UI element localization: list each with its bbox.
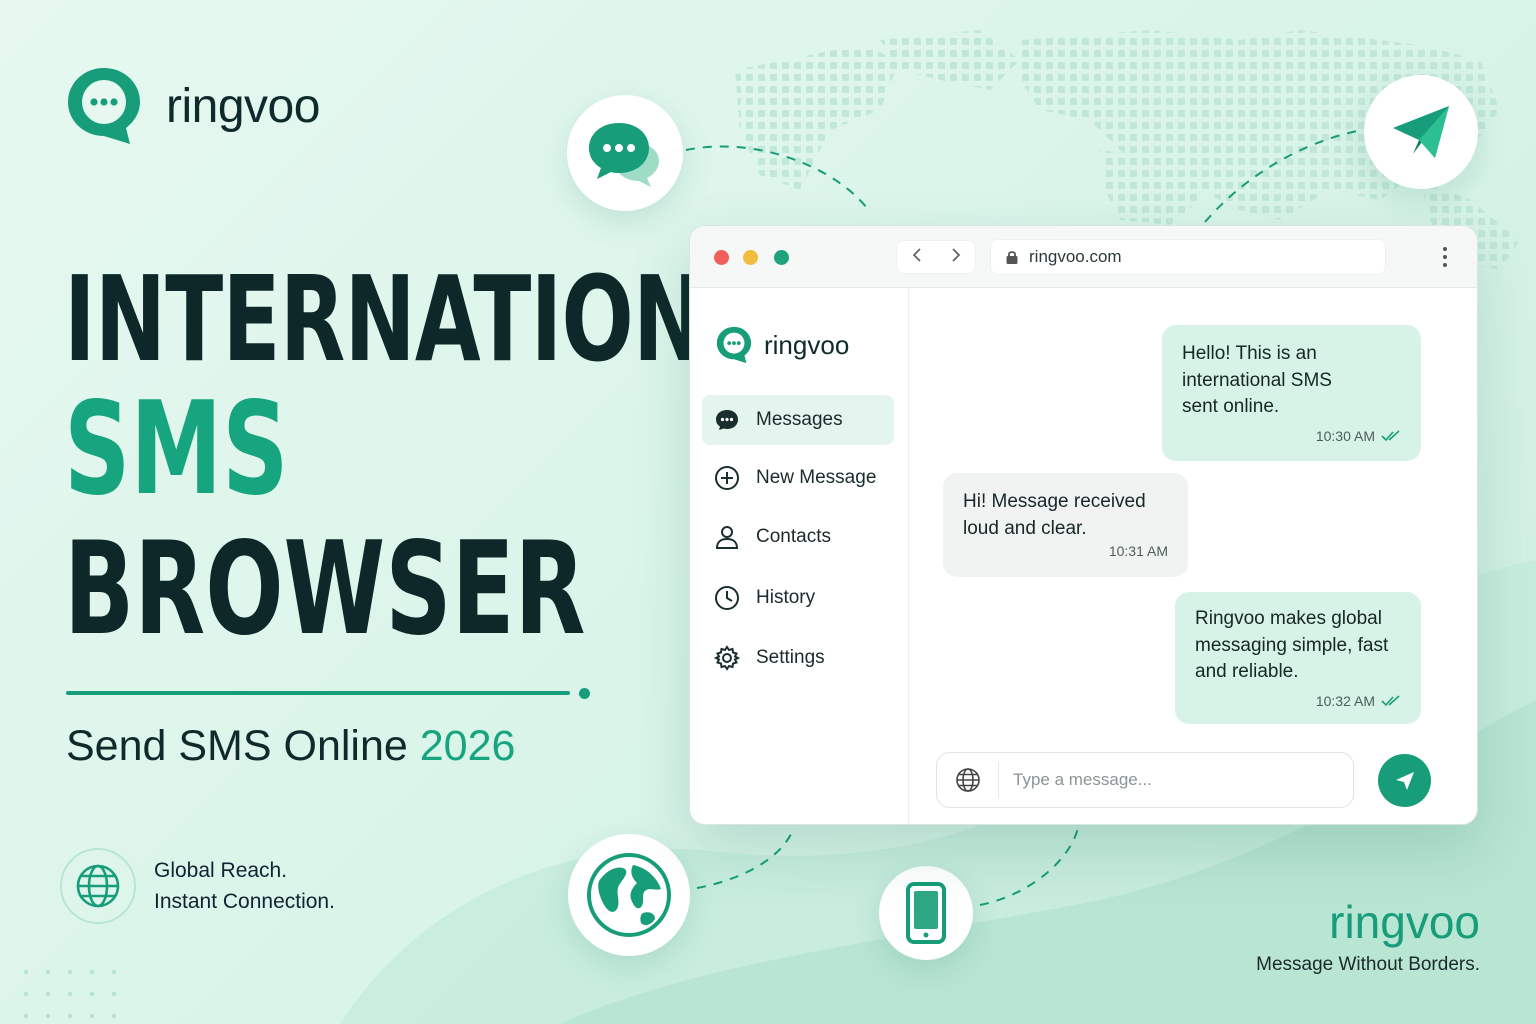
url-text: ringvoo.com <box>1029 247 1122 266</box>
close-window-button[interactable] <box>714 250 729 265</box>
divider-dot <box>579 688 590 699</box>
sidebar-item-label: New Message <box>756 467 877 488</box>
sidebar-item-new-message[interactable]: New Message <box>702 453 894 503</box>
app-sidebar: ringvoo Messages New Message Contacts Hi… <box>690 288 909 824</box>
lock-icon <box>1006 251 1018 264</box>
double-check-icon <box>1381 429 1400 441</box>
sidebar-item-label: Contacts <box>756 526 831 547</box>
divider-line <box>66 691 570 695</box>
sidebar-item-contacts[interactable]: Contacts <box>702 512 894 562</box>
back-button[interactable] <box>910 247 924 268</box>
footer-brand-name: ringvoo <box>1329 896 1480 948</box>
forward-button[interactable] <box>949 247 963 268</box>
globe-icon <box>60 848 136 924</box>
minimize-window-button[interactable] <box>743 250 758 265</box>
nav-buttons <box>896 240 976 274</box>
message-input[interactable] <box>1013 770 1333 790</box>
send-icon <box>1395 771 1414 790</box>
headline-line-2: SMS <box>64 375 289 524</box>
global-reach: Global Reach. Instant Connection. <box>60 848 335 924</box>
subheadline-text: Send SMS Online <box>66 722 408 770</box>
chevron-left-icon <box>912 247 921 262</box>
send-button[interactable] <box>1378 754 1431 807</box>
gear-icon <box>714 645 740 671</box>
sidebar-item-settings[interactable]: Settings <box>702 633 894 683</box>
globe-icon <box>955 768 980 792</box>
chat-bubbles-icon <box>567 95 683 211</box>
sidebar-brand: ringvoo <box>714 325 849 365</box>
chat-bubble-logo-icon <box>68 68 140 144</box>
reach-line-2: Instant Connection. <box>154 890 335 913</box>
footer-brand: ringvoo Message Without Borders. <box>1256 896 1480 976</box>
sidebar-brand-name: ringvoo <box>764 329 850 360</box>
more-options-icon[interactable] <box>1443 247 1447 267</box>
message-text: sent online. <box>1182 396 1280 417</box>
world-globe-icon <box>568 834 690 956</box>
message-text: international SMS <box>1182 369 1332 391</box>
maximize-window-button[interactable] <box>774 250 789 265</box>
sidebar-item-label: Messages <box>756 409 843 430</box>
footer-tagline: Message Without Borders. <box>1256 954 1480 975</box>
subheadline-year: 2026 <box>419 722 516 770</box>
headline: INTERNATIONAL SMS BROWSER <box>64 250 823 664</box>
messages-icon <box>716 410 738 430</box>
message-text: Hello! This is an <box>1182 343 1317 364</box>
browser-titlebar: ringvoo.com <box>690 226 1477 288</box>
sidebar-item-messages[interactable]: Messages <box>702 395 894 445</box>
chevron-right-icon <box>951 247 960 262</box>
message-time: 10:32 AM <box>1315 692 1375 709</box>
smartphone-icon <box>879 866 973 960</box>
chat-panel: Hello! This is an international SMS sent… <box>910 288 1477 824</box>
browser-window: ringvoo.com ringvoo Messages New Message… <box>689 225 1478 825</box>
sidebar-item-label: Settings <box>756 647 825 668</box>
sidebar-item-history[interactable]: History <box>702 573 894 623</box>
reach-line-1: Global Reach. <box>154 859 288 882</box>
plus-circle-icon <box>715 466 739 490</box>
user-icon <box>715 526 739 549</box>
message-text: Hi! Message received <box>963 491 1146 512</box>
message-composer <box>936 752 1354 808</box>
message-bubble-outgoing: Ringvoo makes global messaging simple, f… <box>1175 592 1421 724</box>
message-text: loud and clear. <box>963 517 1087 539</box>
headline-line-1: INTERNATIONAL <box>64 250 823 388</box>
clock-icon <box>715 586 739 610</box>
address-bar[interactable]: ringvoo.com <box>990 239 1386 275</box>
double-check-icon <box>1381 694 1400 706</box>
headline-line-3: BROWSER <box>64 515 586 664</box>
message-bubble-incoming: Hi! Message received loud and clear. 10:… <box>943 473 1188 577</box>
message-text: and reliable. <box>1195 661 1299 682</box>
message-bubble-outgoing: Hello! This is an international SMS sent… <box>1162 325 1421 461</box>
chat-bubble-logo-icon <box>716 326 752 364</box>
language-button[interactable] <box>937 761 999 799</box>
message-text: messaging simple, fast <box>1195 634 1389 656</box>
brand-logo: ringvoo <box>62 64 320 148</box>
brand-name: ringvoo <box>166 79 320 133</box>
message-time: 10:30 AM <box>1315 427 1375 444</box>
message-text: Ringvoo makes global <box>1195 608 1382 629</box>
paper-plane-icon <box>1364 75 1478 189</box>
subheadline: Send SMS Online 2026 <box>66 722 515 771</box>
sidebar-item-label: History <box>756 587 816 608</box>
message-time: 10:31 AM <box>1108 543 1168 559</box>
